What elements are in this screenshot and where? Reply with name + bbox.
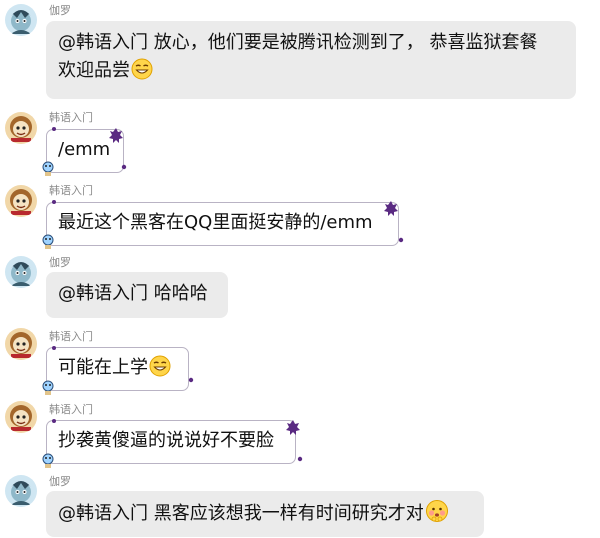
bubble-decoration-icon [42,200,404,249]
bubble-decoration-icon [42,127,127,176]
grin-emoji [131,58,153,89]
message-text: @韩语入门 放心，他们要是被腾讯检测到了， 恭喜监狱套餐 欢迎品尝 [58,32,538,81]
avatar[interactable] [5,256,37,288]
avatar[interactable] [5,401,37,433]
avatar[interactable] [5,112,37,144]
sender-name: 伽罗 [49,4,71,17]
bubble-decoration-icon [42,419,303,468]
chat-message: 韩语入门 /emm [0,109,600,176]
chat-message: 韩语入门 可能在上学 [0,328,600,395]
chat-message: 伽罗 @韩语入门 哈哈哈 [0,255,600,321]
avatar[interactable] [5,4,37,36]
avatar[interactable] [5,328,37,360]
avatar[interactable] [5,185,37,217]
chat-message: 韩语入门 抄袭黄傻逼的说说好不要脸 [0,401,600,468]
message-bubble[interactable]: @韩语入门 放心，他们要是被腾讯检测到了， 恭喜监狱套餐 欢迎品尝 [46,21,576,99]
message-bubble[interactable]: @韩语入门 黑客应该想我一样有时间研究才对 [46,491,484,537]
chat-message: 韩语入门 最近这个黑客在QQ里面挺安静的/emm [0,182,600,249]
chat-message: 伽罗 @韩语入门 放心，他们要是被腾讯检测到了， 恭喜监狱套餐 欢迎品尝 [0,0,600,100]
sender-name: 伽罗 [49,256,71,269]
shy-emoji [425,499,449,532]
avatar[interactable] [5,475,37,507]
message-text: @韩语入门 哈哈哈 [58,283,208,304]
sender-name: 伽罗 [49,475,71,488]
message-bubble[interactable]: @韩语入门 哈哈哈 [46,272,228,318]
chat-message: 伽罗 @韩语入门 黑客应该想我一样有时间研究才对 [0,474,600,538]
message-text: @韩语入门 黑客应该想我一样有时间研究才对 [58,503,424,524]
bubble-decoration-icon [42,346,194,395]
